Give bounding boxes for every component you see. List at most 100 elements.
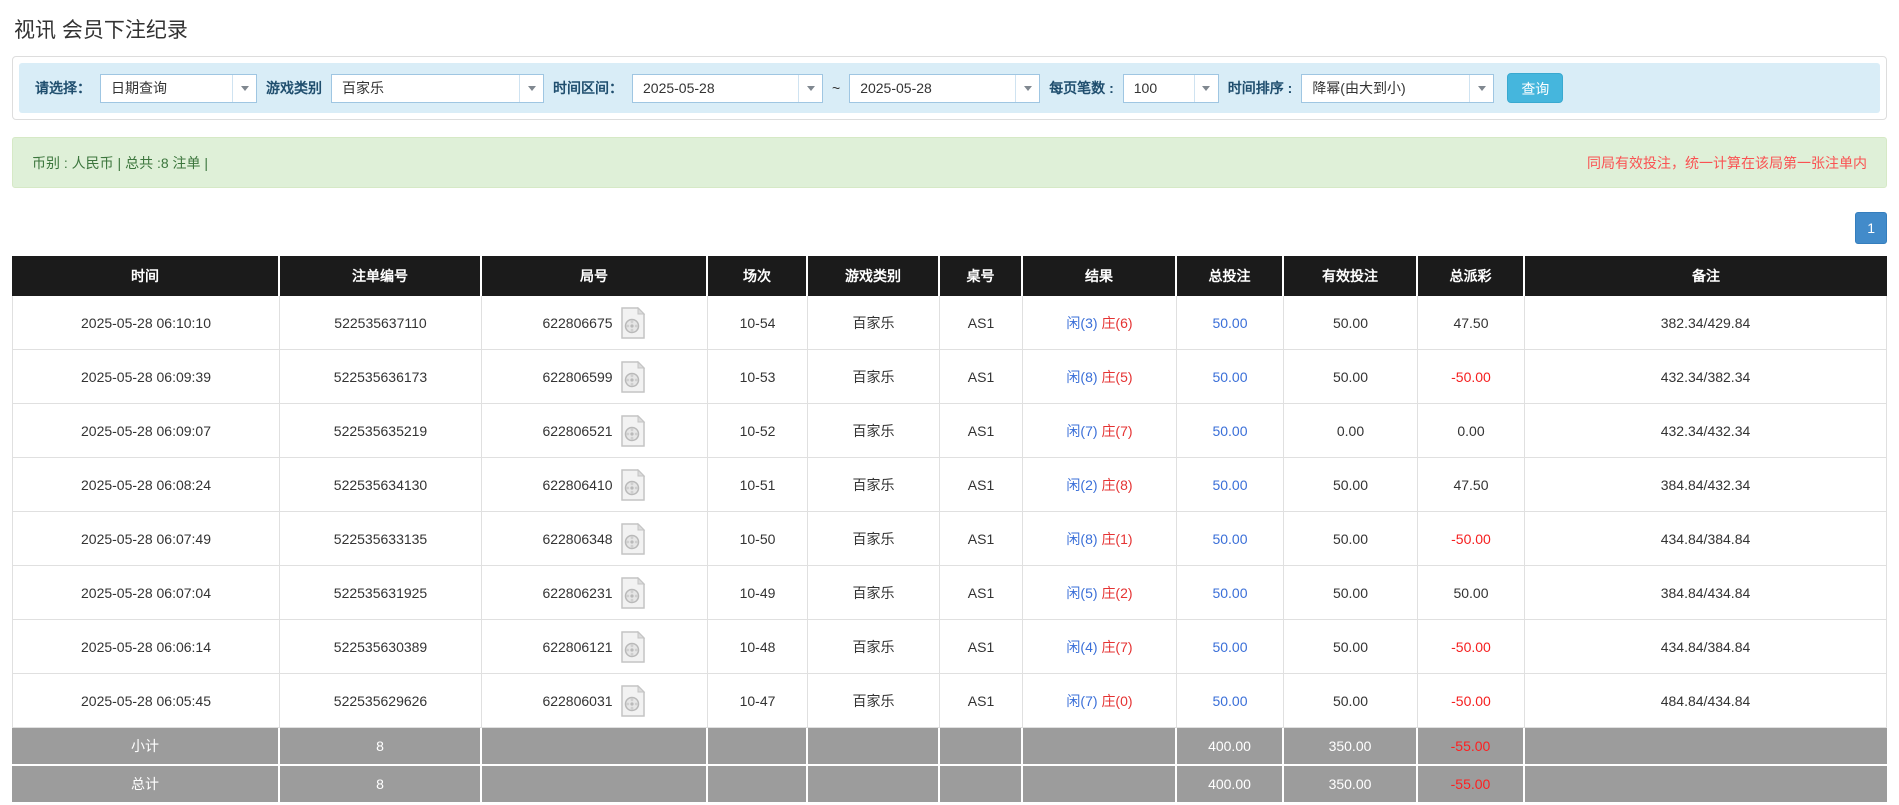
filter-panel: 请选择： 日期查询 游戏类别 百家乐 时间区间： 2025-05-28 ~ 20… [12, 56, 1887, 120]
table-row: 2025-05-28 06:07:49 522535633135 6228063… [12, 512, 1887, 566]
sort-order-value: 降幂(由大到小) [1312, 80, 1406, 96]
result-player: 闲(8) [1066, 530, 1098, 547]
video-replay-icon[interactable] [619, 630, 647, 663]
cell-bet-id: 522535629626 [280, 674, 482, 728]
cell-result: 闲(7) 庄(7) [1023, 404, 1177, 458]
round-number: 622806231 [542, 584, 613, 601]
header-round: 局号 [482, 256, 708, 296]
table-row: 2025-05-28 06:09:07 522535635219 6228065… [12, 404, 1887, 458]
cell-valid-bet: 50.00 [1284, 350, 1418, 404]
total-bet-link[interactable]: 50.00 [1212, 477, 1247, 493]
header-session: 场次 [708, 256, 808, 296]
total-bet-link[interactable]: 50.00 [1212, 315, 1247, 331]
currency-total-summary: 币别 : 人民币 | 总共 :8 注单 | [32, 154, 209, 171]
cell-game-type: 百家乐 [808, 458, 940, 512]
date-to-select[interactable]: 2025-05-28 [849, 73, 1041, 103]
cell-valid-bet: 0.00 [1284, 404, 1418, 458]
result-player: 闲(7) [1066, 422, 1098, 439]
cell-table-no: AS1 [940, 296, 1023, 350]
cell-valid-bet: 50.00 [1284, 620, 1418, 674]
cell-total-bet: 50.00 [1177, 458, 1284, 512]
chevron-down-icon[interactable] [1193, 74, 1218, 102]
table-row: 2025-05-28 06:05:45 522535629626 6228060… [12, 674, 1887, 728]
result-player: 闲(7) [1066, 692, 1098, 709]
total-bet-link[interactable]: 50.00 [1212, 693, 1247, 709]
cell-round: 622806121 [482, 620, 708, 674]
header-valid-bet: 有效投注 [1284, 256, 1418, 296]
total-bet-link[interactable]: 50.00 [1212, 639, 1247, 655]
cell-note: 434.84/384.84 [1525, 512, 1887, 566]
cell-result: 闲(2) 庄(8) [1023, 458, 1177, 512]
cell-session: 10-48 [708, 620, 808, 674]
summary-row: 小计 8 400.00 350.00 -55.00 [12, 728, 1887, 766]
cell-total-bet: 50.00 [1177, 512, 1284, 566]
query-type-select[interactable]: 日期查询 [100, 73, 257, 103]
total-bet-link[interactable]: 50.00 [1212, 531, 1247, 547]
video-replay-icon[interactable] [619, 468, 647, 501]
cell-session: 10-53 [708, 350, 808, 404]
game-type-select[interactable]: 百家乐 [331, 73, 544, 103]
cell-session: 10-54 [708, 296, 808, 350]
summary-row: 总计 8 400.00 350.00 -55.00 [12, 766, 1887, 804]
cell-session: 10-51 [708, 458, 808, 512]
cell-result: 闲(8) 庄(5) [1023, 350, 1177, 404]
cell-total-bet: 50.00 [1177, 674, 1284, 728]
total-bet-link[interactable]: 50.00 [1212, 369, 1247, 385]
header-table-no: 桌号 [940, 256, 1023, 296]
summary-count: 8 [280, 766, 482, 804]
summary-total-bet: 400.00 [1177, 766, 1284, 804]
total-bet-link[interactable]: 50.00 [1212, 585, 1247, 601]
cell-result: 闲(4) 庄(7) [1023, 620, 1177, 674]
page-1-button[interactable]: 1 [1855, 212, 1887, 244]
cell-result: 闲(7) 庄(0) [1023, 674, 1177, 728]
cell-total-bet: 50.00 [1177, 350, 1284, 404]
cell-note: 432.34/382.34 [1525, 350, 1887, 404]
result-banker: 庄(1) [1101, 530, 1133, 547]
date-from-select[interactable]: 2025-05-28 [632, 73, 823, 103]
table-footer: 小计 8 400.00 350.00 -55.00 总计 8 400.00 35… [12, 728, 1887, 804]
header-total-bet: 总投注 [1177, 256, 1284, 296]
chevron-down-icon[interactable] [232, 74, 256, 102]
round-number: 622806599 [542, 368, 613, 385]
video-replay-icon[interactable] [619, 522, 647, 555]
chevron-down-icon[interactable] [1015, 74, 1040, 102]
cell-time: 2025-05-28 06:07:04 [12, 566, 280, 620]
result-player: 闲(3) [1066, 314, 1098, 331]
cell-result: 闲(5) 庄(2) [1023, 566, 1177, 620]
video-replay-icon[interactable] [619, 576, 647, 609]
video-replay-icon[interactable] [619, 684, 647, 717]
round-number: 622806121 [542, 638, 613, 655]
cell-payout: -50.00 [1418, 512, 1525, 566]
query-type-label: 请选择： [35, 80, 91, 96]
date-range-separator: ~ [832, 80, 841, 96]
page-size-value: 100 [1133, 80, 1158, 96]
cell-session: 10-50 [708, 512, 808, 566]
cell-game-type: 百家乐 [808, 512, 940, 566]
summary-count: 8 [280, 728, 482, 766]
total-bet-link[interactable]: 50.00 [1212, 423, 1247, 439]
query-type-value: 日期查询 [111, 80, 167, 96]
cell-table-no: AS1 [940, 404, 1023, 458]
video-replay-icon[interactable] [619, 360, 647, 393]
video-replay-icon[interactable] [619, 414, 647, 447]
chevron-down-icon[interactable] [798, 74, 822, 102]
valid-bet-note: 同局有效投注，统一计算在该局第一张注单内 [1587, 154, 1867, 171]
cell-time: 2025-05-28 06:10:10 [12, 296, 280, 350]
cell-session: 10-52 [708, 404, 808, 458]
video-replay-icon[interactable] [619, 306, 647, 339]
chevron-down-icon[interactable] [519, 74, 543, 102]
cell-game-type: 百家乐 [808, 350, 940, 404]
search-button[interactable]: 查询 [1507, 73, 1564, 103]
chevron-down-icon[interactable] [1469, 74, 1494, 102]
cell-valid-bet: 50.00 [1284, 512, 1418, 566]
table-row: 2025-05-28 06:10:10 522535637110 6228066… [12, 296, 1887, 350]
game-type-value: 百家乐 [342, 80, 384, 96]
cell-bet-id: 522535631925 [280, 566, 482, 620]
cell-note: 384.84/434.84 [1525, 566, 1887, 620]
pagination: 1 [12, 212, 1887, 244]
cell-time: 2025-05-28 06:06:14 [12, 620, 280, 674]
sort-order-select[interactable]: 降幂(由大到小) [1301, 73, 1495, 103]
cell-round: 622806231 [482, 566, 708, 620]
game-type-label: 游戏类别 [266, 80, 322, 96]
page-size-select[interactable]: 100 [1122, 73, 1219, 103]
